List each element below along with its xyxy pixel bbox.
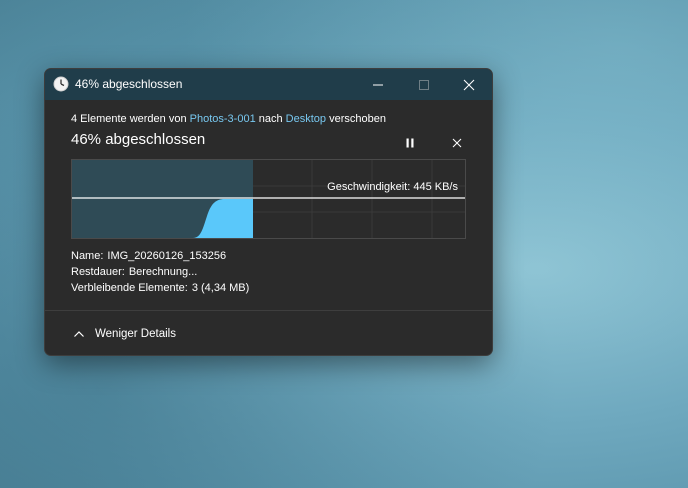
maximize-icon (419, 79, 429, 90)
close-window-button[interactable] (446, 69, 492, 100)
less-details-label: Weniger Details (95, 328, 176, 340)
maximize-button[interactable] (401, 69, 447, 100)
speed-graph-canvas (72, 160, 465, 238)
detail-remaining-time: Restdauer: Berechnung... (71, 266, 197, 278)
operation-summary: 4 Elemente werden von Photos-3-001 nach … (71, 113, 386, 125)
detail-name: Name: IMG_20260126_153256 (71, 250, 226, 262)
transfer-speed-graph: Geschwindigkeit: 445 KB/s (71, 159, 466, 239)
detail-remaining-items: Verbleibende Elemente: 3 (4,34 MB) (71, 282, 249, 294)
clock-icon (53, 76, 69, 92)
detail-time-value: Berechnung... (128, 266, 198, 278)
progress-heading: 46% abgeschlossen (71, 131, 206, 148)
close-icon (452, 138, 462, 148)
window-title: 46% abgeschlossen (75, 77, 183, 91)
cancel-operation-button[interactable] (446, 132, 468, 154)
detail-name-label: Name: (71, 250, 104, 262)
detail-name-value: IMG_20260126_153256 (107, 250, 227, 262)
speed-label: Geschwindigkeit: 445 KB/s (327, 181, 458, 193)
detail-items-label: Verbleibende Elemente: (71, 282, 188, 294)
source-folder-link[interactable]: Photos-3-001 (190, 113, 256, 125)
footer-divider (45, 310, 492, 311)
middle-text: nach (258, 113, 283, 125)
chevron-up-icon (74, 331, 84, 337)
pause-icon (406, 138, 414, 148)
less-details-button[interactable]: Weniger Details (73, 325, 176, 343)
minimize-icon (373, 84, 383, 85)
detail-time-label: Restdauer: (71, 266, 125, 278)
item-count-text: 4 Elemente werden von (71, 113, 187, 125)
detail-items-value: 3 (4,34 MB) (191, 282, 250, 294)
close-icon (463, 79, 475, 90)
destination-folder-link[interactable]: Desktop (286, 113, 326, 125)
title-bar[interactable]: 46% abgeschlossen (45, 69, 492, 100)
minimize-button[interactable] (355, 69, 401, 100)
end-text: verschoben (329, 113, 386, 125)
file-move-dialog: 46% abgeschlossen 4 Elemente werden von … (44, 68, 493, 356)
pause-button[interactable] (399, 132, 421, 154)
